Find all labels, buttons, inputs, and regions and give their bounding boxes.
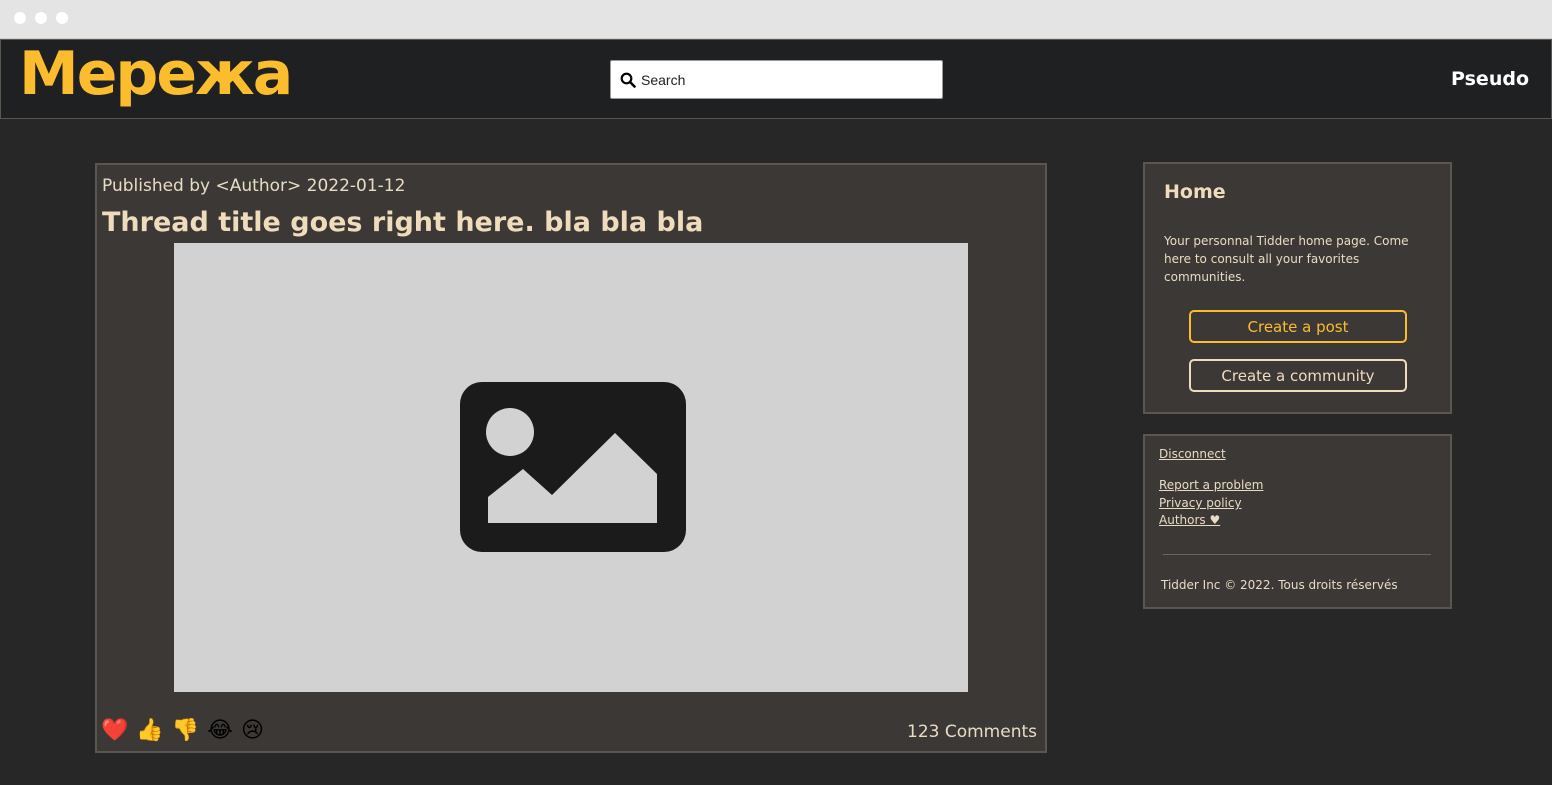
window-minimize-dot[interactable] bbox=[35, 12, 47, 24]
report-problem-link[interactable]: Report a problem bbox=[1159, 478, 1263, 492]
image-placeholder-icon bbox=[460, 382, 686, 552]
laughing-reaction-icon[interactable]: 😂 bbox=[207, 717, 233, 745]
search-box[interactable] bbox=[610, 60, 943, 99]
footer-panel: Disconnect Report a problem Privacy poli… bbox=[1143, 434, 1452, 609]
home-title: Home bbox=[1164, 181, 1226, 203]
crying-reaction-icon[interactable]: 😢 bbox=[241, 717, 264, 745]
post-card: Published by <Author> 2022-01-12 Thread … bbox=[95, 163, 1047, 753]
window-close-dot[interactable] bbox=[14, 12, 26, 24]
search-input[interactable] bbox=[641, 67, 931, 93]
create-community-button[interactable]: Create a community bbox=[1189, 359, 1407, 392]
window-maximize-dot[interactable] bbox=[56, 12, 68, 24]
copyright-text: Tidder Inc © 2022. Tous droits réservés bbox=[1161, 578, 1398, 592]
site-logo[interactable]: Мережа bbox=[19, 40, 293, 108]
reaction-bar: ❤️ 👍 👎 😂 😢 bbox=[101, 717, 264, 745]
user-menu[interactable]: Pseudo bbox=[1451, 68, 1529, 90]
browser-title-bar bbox=[0, 0, 1552, 39]
heart-reaction-icon[interactable]: ❤️ bbox=[101, 717, 128, 745]
post-title[interactable]: Thread title goes right here. bla bla bl… bbox=[102, 207, 703, 238]
thumbs-up-reaction-icon[interactable]: 👍 bbox=[136, 717, 163, 745]
post-image[interactable] bbox=[174, 243, 968, 692]
site-header: Мережа Pseudo bbox=[0, 39, 1552, 119]
home-panel: Home Your personnal Tidder home page. Co… bbox=[1143, 162, 1452, 414]
home-description: Your personnal Tidder home page. Come he… bbox=[1164, 234, 1409, 284]
privacy-policy-link[interactable]: Privacy policy bbox=[1159, 496, 1242, 510]
footer-divider bbox=[1163, 554, 1431, 555]
authors-link[interactable]: Authors ♥ bbox=[1159, 513, 1220, 527]
search-icon bbox=[620, 72, 636, 88]
disconnect-link[interactable]: Disconnect bbox=[1159, 447, 1226, 461]
thumbs-down-reaction-icon[interactable]: 👎 bbox=[172, 717, 199, 745]
comments-link[interactable]: 123 Comments bbox=[907, 722, 1037, 742]
create-post-button[interactable]: Create a post bbox=[1189, 310, 1407, 343]
post-meta: Published by <Author> 2022-01-12 bbox=[102, 176, 406, 196]
